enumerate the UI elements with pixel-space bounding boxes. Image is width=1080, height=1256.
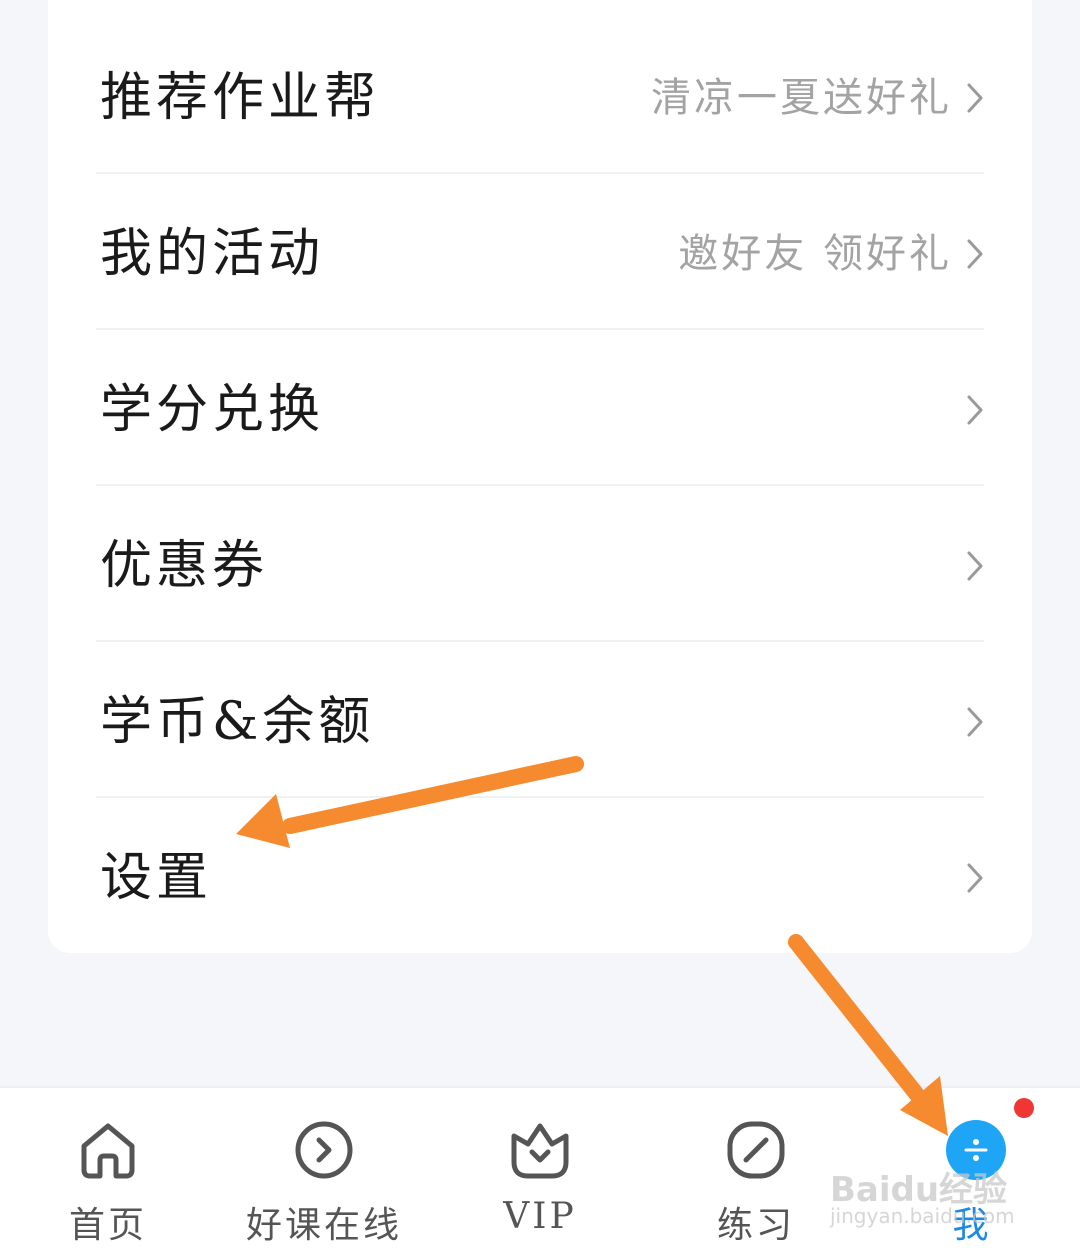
menu-item-settings[interactable]: 设置: [48, 800, 1032, 956]
menu-item-hint: 邀好友 领好礼: [678, 231, 952, 277]
notification-badge: [1014, 1098, 1034, 1118]
watermark-logo: Baidu经验 jingyan.baidu.com: [830, 1162, 1030, 1242]
menu-item-label: 我的活动: [100, 224, 325, 284]
chevron-right-icon: [967, 395, 983, 425]
menu-item-label: 推荐作业帮: [100, 68, 381, 128]
menu-item-label: 学分兑换: [100, 380, 325, 440]
watermark-line2: jingyan.baidu.com: [830, 1204, 1015, 1228]
chevron-right-icon: [967, 239, 983, 269]
tab-label: VIP: [503, 1196, 577, 1237]
chevron-right-icon: [967, 863, 983, 893]
divider: [96, 172, 984, 174]
menu-item-my-activities[interactable]: 我的活动 邀好友 领好礼: [48, 176, 1032, 332]
divider: [96, 796, 984, 798]
play-circle-icon: [295, 1121, 353, 1179]
menu-item-coins-balance[interactable]: 学币&余额: [48, 644, 1032, 800]
divider: [96, 484, 984, 486]
tab-home[interactable]: 首页: [0, 1088, 216, 1256]
divider: [96, 640, 984, 642]
tab-label: 好课在线: [245, 1205, 402, 1246]
menu-item-recommend[interactable]: 推荐作业帮 清凉一夏送好礼: [48, 20, 1032, 176]
tab-vip[interactable]: VIP: [432, 1088, 648, 1256]
crown-basket-icon: [511, 1123, 569, 1179]
menu-item-label: 学币&余额: [100, 692, 375, 752]
menu-item-credit-exchange[interactable]: 学分兑换: [48, 332, 1032, 488]
menu-item-label: 优惠券: [100, 536, 269, 596]
chevron-right-icon: [967, 551, 983, 581]
divider: [96, 328, 984, 330]
tab-courses[interactable]: 好课在线: [216, 1088, 432, 1256]
tab-label: 首页: [68, 1205, 147, 1246]
chevron-right-icon: [967, 83, 983, 113]
menu-item-hint: 清凉一夏送好礼: [651, 75, 952, 121]
menu-item-label: 设置: [100, 848, 213, 908]
menu-item-coupons[interactable]: 优惠券: [48, 488, 1032, 644]
pencil-icon: [727, 1121, 785, 1179]
chevron-right-icon: [967, 707, 983, 737]
home-icon: [81, 1123, 135, 1179]
